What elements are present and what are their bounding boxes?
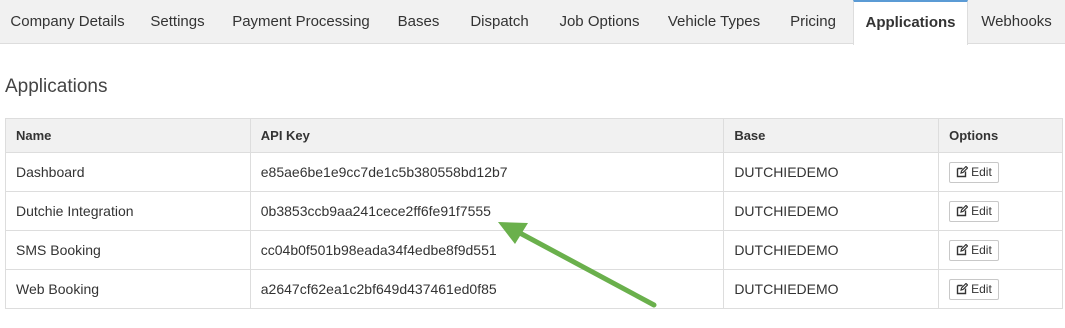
tab-vehicle-types[interactable]: Vehicle Types: [655, 0, 773, 44]
options-cell: Edit: [938, 152, 1063, 192]
application-name: Dutchie Integration: [5, 191, 251, 231]
tab-pricing[interactable]: Pricing: [773, 0, 853, 44]
tab-payment-processing[interactable]: Payment Processing: [220, 0, 382, 44]
table-row: Web Booking a2647cf62ea1c2bf649d437461ed…: [5, 269, 1063, 309]
edit-button[interactable]: Edit: [949, 200, 999, 222]
options-cell: Edit: [938, 269, 1063, 309]
api-key-value: a2647cf62ea1c2bf649d437461ed0f85: [249, 269, 725, 309]
edit-button-label: Edit: [971, 165, 992, 179]
edit-button-label: Edit: [971, 243, 992, 257]
api-key-value: cc04b0f501b98eada34f4edbe8f9d551: [249, 230, 725, 270]
tab-applications[interactable]: Applications: [853, 0, 968, 45]
tab-bases[interactable]: Bases: [382, 0, 455, 44]
api-key-value: e85ae6be1e9cc7de1c5b380558bd12b7: [249, 152, 725, 192]
edit-icon: [956, 283, 969, 295]
edit-icon: [956, 205, 969, 217]
tab-settings[interactable]: Settings: [135, 0, 220, 44]
table-row: Dutchie Integration 0b3853ccb9aa241cece2…: [5, 191, 1063, 231]
settings-tab-bar: Company Details Settings Payment Process…: [0, 0, 1065, 45]
edit-button[interactable]: Edit: [949, 239, 999, 261]
table-row: SMS Booking cc04b0f501b98eada34f4edbe8f9…: [5, 230, 1063, 270]
edit-button-label: Edit: [971, 282, 992, 296]
base-value: DUTCHIEDEMO: [723, 152, 940, 192]
options-cell: Edit: [938, 230, 1063, 270]
tab-company-details[interactable]: Company Details: [0, 0, 135, 44]
tab-dispatch[interactable]: Dispatch: [455, 0, 544, 44]
edit-icon: [956, 244, 969, 256]
base-value: DUTCHIEDEMO: [723, 230, 940, 270]
base-value: DUTCHIEDEMO: [723, 191, 940, 231]
api-key-value: 0b3853ccb9aa241cece2ff6fe91f7555: [249, 191, 725, 231]
column-header-name: Name: [5, 118, 251, 153]
applications-table: Name API Key Base Options Dashboard e85a…: [5, 118, 1063, 309]
edit-icon: [956, 166, 969, 178]
column-header-base: Base: [723, 118, 940, 153]
edit-button-label: Edit: [971, 204, 992, 218]
application-name: Web Booking: [5, 269, 251, 309]
edit-button[interactable]: Edit: [949, 161, 999, 183]
tab-webhooks[interactable]: Webhooks: [968, 0, 1065, 44]
edit-button[interactable]: Edit: [949, 278, 999, 300]
table-header-row: Name API Key Base Options: [5, 118, 1063, 153]
page-title: Applications: [5, 76, 108, 97]
options-cell: Edit: [938, 191, 1063, 231]
application-name: Dashboard: [5, 152, 251, 192]
base-value: DUTCHIEDEMO: [723, 269, 940, 309]
column-header-options: Options: [938, 118, 1063, 153]
tab-job-options[interactable]: Job Options: [544, 0, 655, 44]
application-name: SMS Booking: [5, 230, 251, 270]
column-header-api-key: API Key: [249, 118, 725, 153]
table-row: Dashboard e85ae6be1e9cc7de1c5b380558bd12…: [5, 152, 1063, 192]
